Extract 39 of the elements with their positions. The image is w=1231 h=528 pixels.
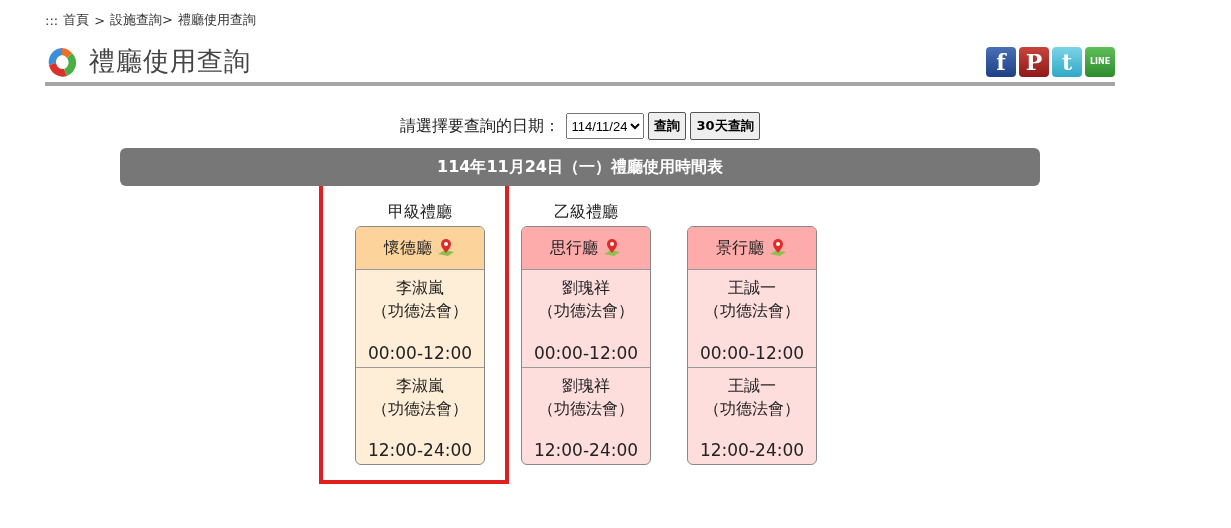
query-button[interactable]: 30天查詢	[690, 112, 760, 140]
hall-name: 思行廳	[550, 237, 598, 259]
breadcrumb-item[interactable]: :::	[45, 12, 59, 28]
event-type: （功德法會）	[372, 300, 468, 322]
event-type: （功德法會）	[372, 398, 468, 420]
booker-name: 王誠一	[728, 375, 776, 397]
event-type: （功德法會）	[538, 398, 634, 420]
map-pin-icon[interactable]	[602, 238, 622, 258]
hall-name: 景行廳	[716, 237, 764, 259]
page-title: 禮廳使用查詢	[89, 45, 251, 78]
time-range: 12:00-24:00	[533, 439, 639, 462]
breadcrumb-item[interactable]: 禮廳使用查詢	[177, 11, 256, 29]
time-range: 00:00-12:00	[367, 342, 473, 365]
breadcrumb-item[interactable]: >	[94, 12, 106, 28]
event-type: （功德法會）	[704, 300, 800, 322]
group-label: 甲級禮廳	[387, 201, 453, 223]
booker-name: 王誠一	[728, 277, 776, 299]
date-label: 請選擇要查詢的日期：	[400, 115, 561, 137]
event-type: （功德法會）	[704, 398, 800, 420]
time-range: 12:00-24:00	[699, 439, 805, 462]
schedule-banner: 114年11月24日（一）禮廳使用時間表	[120, 148, 1040, 186]
booker-name: 李淑嵐	[396, 277, 444, 299]
share-button[interactable]: P	[1019, 46, 1049, 77]
hall-name: 懷德廳	[384, 237, 432, 259]
breadcrumb-item[interactable]: 首頁	[63, 11, 90, 29]
map-pin-icon[interactable]	[436, 238, 456, 258]
time-range: 00:00-12:00	[699, 342, 805, 365]
time-range: 12:00-24:00	[367, 439, 473, 462]
booker-name: 劉瑰祥	[562, 277, 610, 299]
group-label: 乙級禮廳	[553, 201, 619, 223]
event-type: （功德法會）	[538, 300, 634, 322]
share-button[interactable]: f	[986, 46, 1016, 77]
booker-name: 劉瑰祥	[562, 375, 610, 397]
map-pin-icon[interactable]	[768, 238, 788, 258]
breadcrumb-item[interactable]: 設施查詢>	[110, 11, 173, 29]
time-range: 00:00-12:00	[533, 342, 639, 365]
date-select[interactable]: 114/11/24	[566, 113, 645, 139]
booker-name: 李淑嵐	[396, 375, 444, 397]
query-button[interactable]: 查詢	[648, 112, 687, 140]
